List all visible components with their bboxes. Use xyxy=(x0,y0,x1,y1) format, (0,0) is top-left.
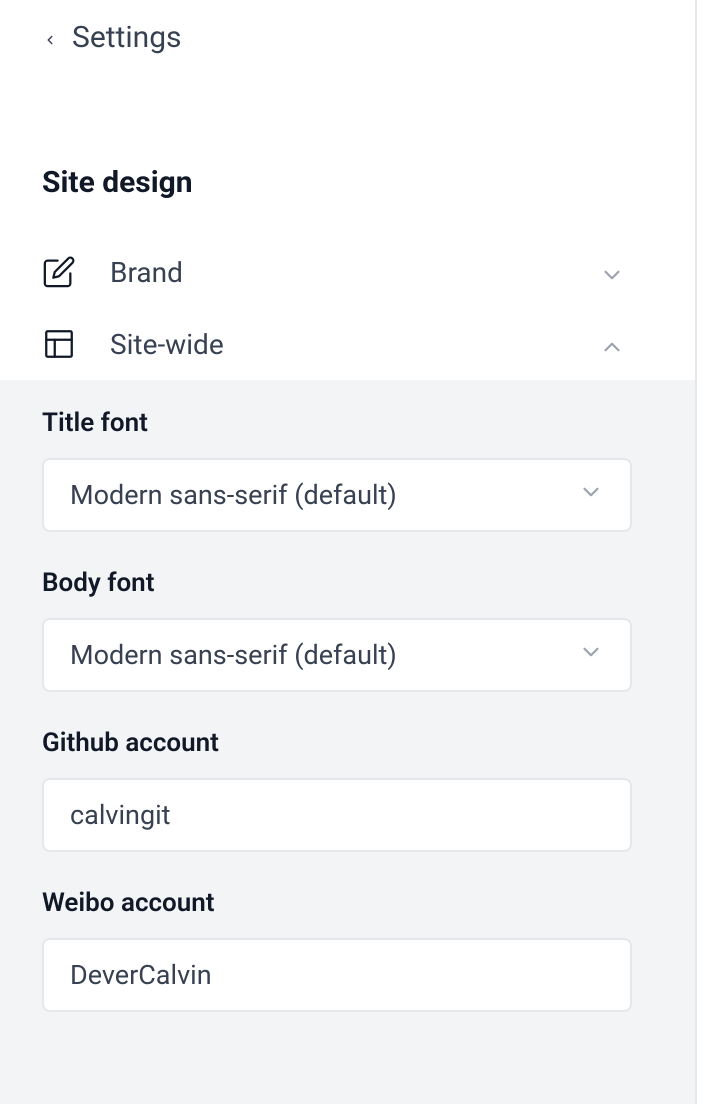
chevron-up-icon xyxy=(599,334,619,354)
weibo-account-label: Weibo account xyxy=(42,888,653,918)
brand-section-row[interactable]: Brand xyxy=(0,236,695,308)
title-font-value: Modern sans-serif (default) xyxy=(70,479,578,511)
site-wide-section-row[interactable]: Site-wide xyxy=(0,308,695,380)
site-wide-panel: Title font Modern sans-serif (default) B… xyxy=(0,380,695,1104)
chevron-left-icon xyxy=(42,32,58,48)
chevron-down-icon xyxy=(578,639,604,672)
back-to-settings[interactable]: Settings xyxy=(0,0,695,55)
title-font-select[interactable]: Modern sans-serif (default) xyxy=(42,458,632,532)
header-back-label: Settings xyxy=(72,20,182,55)
github-account-input[interactable] xyxy=(70,799,604,831)
chevron-down-icon xyxy=(599,262,619,282)
body-font-label: Body font xyxy=(42,568,653,598)
body-font-value: Modern sans-serif (default) xyxy=(70,639,578,671)
site-wide-section-label: Site-wide xyxy=(110,328,599,361)
site-design-heading: Site design xyxy=(0,55,695,200)
body-font-select[interactable]: Modern sans-serif (default) xyxy=(42,618,632,692)
title-font-label: Title font xyxy=(42,408,653,438)
weibo-account-input[interactable] xyxy=(70,959,604,991)
github-account-label: Github account xyxy=(42,728,653,758)
brand-section-label: Brand xyxy=(110,256,599,289)
brand-pencil-icon xyxy=(42,255,76,289)
layout-icon xyxy=(42,327,76,361)
chevron-down-icon xyxy=(578,479,604,512)
